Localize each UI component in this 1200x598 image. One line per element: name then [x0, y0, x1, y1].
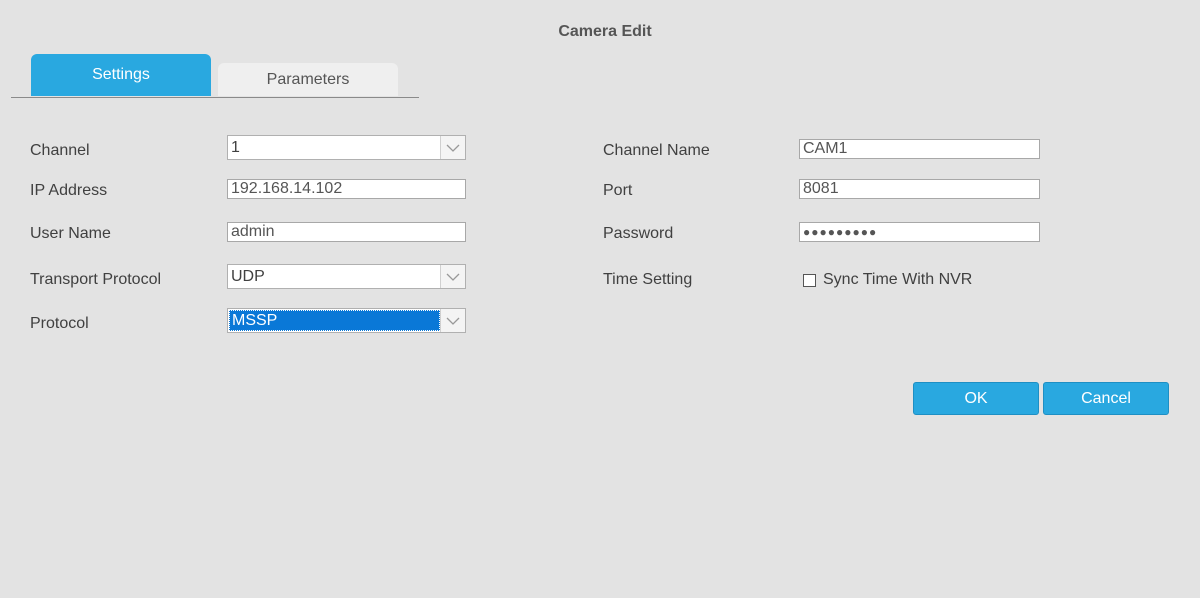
cancel-button[interactable]: Cancel — [1043, 382, 1169, 415]
port-field[interactable] — [799, 179, 1040, 199]
transport-protocol-select[interactable]: UDP — [227, 264, 466, 289]
channel-label: Channel — [30, 142, 90, 159]
ok-button[interactable]: OK — [913, 382, 1039, 415]
user-name-field[interactable] — [227, 222, 466, 242]
tab-bar: Settings Parameters — [11, 54, 419, 98]
dialog-title: Camera Edit — [558, 23, 652, 40]
port-label: Port — [603, 182, 633, 199]
channel-select-value: 1 — [231, 139, 240, 156]
ip-address-label: IP Address — [30, 182, 108, 199]
protocol-label: Protocol — [30, 315, 89, 332]
channel-name-label: Channel Name — [603, 142, 710, 159]
chevron-down-icon[interactable] — [440, 309, 465, 332]
password-field[interactable]: ●●●●●●●●● — [799, 222, 1040, 242]
transport-protocol-value: UDP — [231, 268, 265, 285]
tab-parameters[interactable]: Parameters — [218, 63, 398, 96]
protocol-value: MSSP — [229, 310, 440, 331]
ip-address-field[interactable] — [227, 179, 466, 199]
sync-time-checkbox[interactable] — [803, 274, 816, 287]
time-setting-label: Time Setting — [603, 271, 693, 288]
password-label: Password — [603, 225, 674, 242]
sync-time-label[interactable]: Sync Time With NVR — [823, 271, 972, 289]
transport-protocol-label: Transport Protocol — [30, 271, 162, 288]
protocol-select[interactable]: MSSP — [227, 308, 466, 333]
chevron-down-icon[interactable] — [440, 136, 465, 159]
channel-name-field[interactable] — [799, 139, 1040, 159]
channel-select[interactable]: 1 — [227, 135, 466, 160]
tab-settings[interactable]: Settings — [31, 54, 211, 96]
chevron-down-icon[interactable] — [440, 265, 465, 288]
user-name-label: User Name — [30, 225, 111, 242]
